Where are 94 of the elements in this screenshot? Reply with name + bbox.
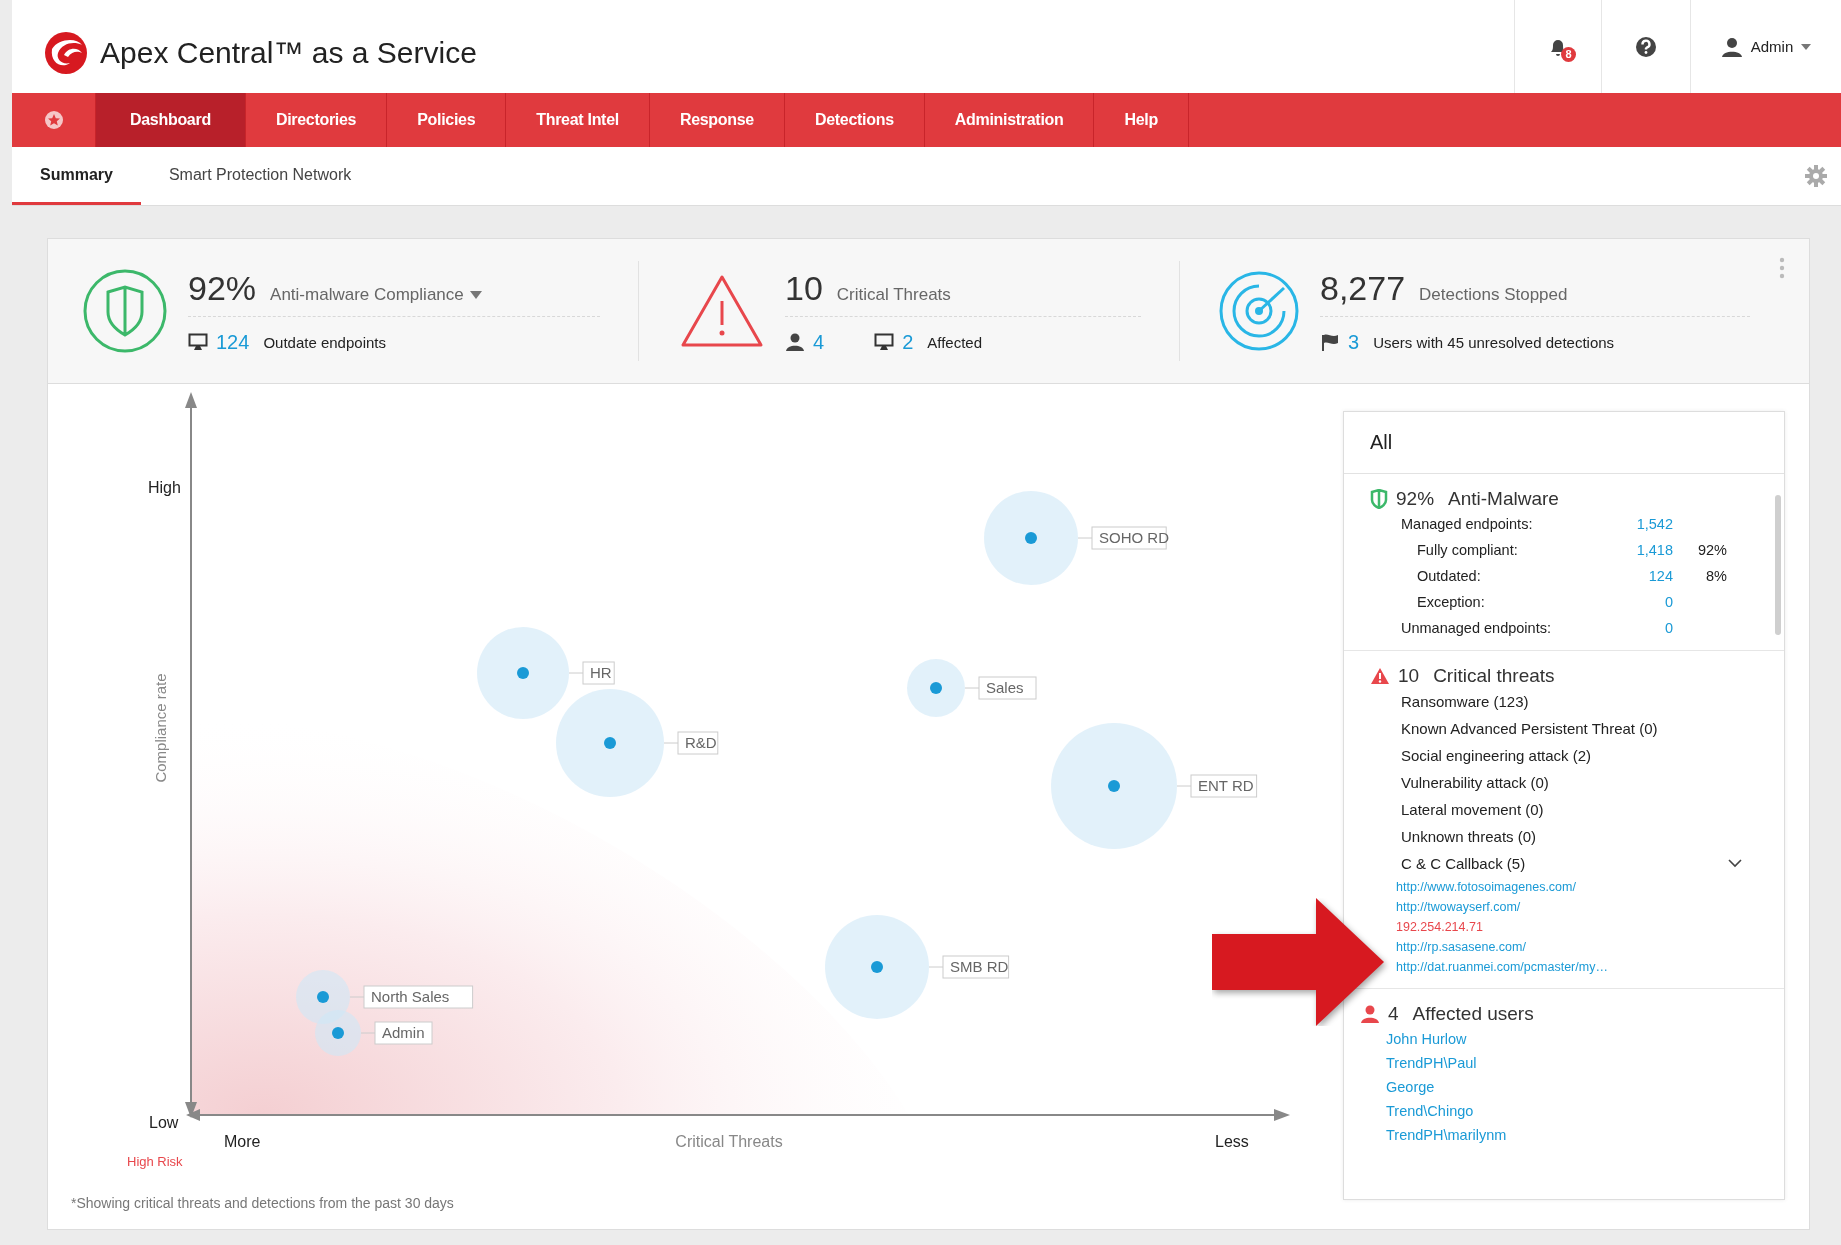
- affected-label: Affected: [927, 333, 982, 351]
- help-icon: [1635, 35, 1657, 58]
- x-less-label: Less: [1215, 1133, 1249, 1150]
- detections-value: 8,277: [1320, 268, 1406, 308]
- group-bubble[interactable]: [907, 659, 965, 717]
- threat-category[interactable]: Ransomware (123): [1401, 693, 1529, 710]
- group-label: SOHO RD: [1091, 526, 1169, 550]
- group-label: HR: [582, 661, 615, 685]
- y-axis-title: Compliance rate: [152, 673, 169, 783]
- home-icon[interactable]: [43, 110, 64, 130]
- group-bubble[interactable]: [315, 1010, 361, 1056]
- callback-address: 192.254.214.71: [1396, 920, 1484, 934]
- user-link[interactable]: John Hurlow: [1386, 1031, 1784, 1047]
- caret-icon: [1801, 43, 1812, 50]
- endpoint-count[interactable]: 0: [1631, 594, 1673, 610]
- shield-icon: [1370, 489, 1388, 509]
- affected-users-count[interactable]: 4: [813, 330, 825, 354]
- compliance-dropdown[interactable]: Anti-malware Compliance: [270, 284, 482, 305]
- threat-category[interactable]: Unknown threats (0): [1401, 828, 1537, 845]
- outdated-count[interactable]: 124: [216, 330, 250, 354]
- endpoint-label: Outdated:: [1416, 568, 1482, 584]
- threats-count: 10: [1398, 665, 1420, 687]
- shield-icon: [82, 268, 168, 354]
- endpoint-label: Unmanaged endpoints:: [1401, 620, 1552, 636]
- notifications-button[interactable]: 8: [1543, 31, 1573, 62]
- y-high-label: High: [148, 479, 181, 496]
- endpoint-label: Managed endpoints:: [1401, 516, 1534, 532]
- threat-category[interactable]: Social engineering attack (2): [1401, 747, 1592, 764]
- chevron-icon[interactable]: [1728, 859, 1742, 868]
- threats-label: Critical Threats: [836, 284, 951, 305]
- user-menu-button[interactable]: Admin: [1714, 34, 1818, 59]
- sub-tab[interactable]: Smart Protection Network: [140, 147, 380, 205]
- outdated-label: Outdate endpoints: [263, 333, 386, 351]
- endpoint-label: Fully compliant:: [1416, 542, 1519, 558]
- flag-icon: [1320, 333, 1340, 351]
- users-label: Users with 45 unresolved detections: [1373, 333, 1615, 351]
- app-title: Apex Central™ as a Service: [100, 36, 478, 70]
- callback-link[interactable]: http://twowayserf.com/: [1396, 900, 1784, 914]
- nav-tab[interactable]: Dashboard: [96, 93, 246, 147]
- group-label: North Sales: [363, 985, 474, 1009]
- user-link[interactable]: TrendPH\marilynm: [1386, 1127, 1784, 1143]
- group-label: Sales: [978, 676, 1037, 700]
- footnote: *Showing critical threats and detections from the past 30 days: [71, 1195, 454, 1211]
- threats-value: 10: [785, 268, 823, 308]
- user-icon: [1720, 35, 1743, 58]
- threat-category[interactable]: Vulnerability attack (0): [1401, 774, 1549, 791]
- compliance-value: 92%: [188, 268, 257, 308]
- user-icon: [1360, 1005, 1380, 1023]
- radar-icon: [1218, 270, 1300, 352]
- user-icon: [785, 333, 805, 351]
- group-label: ENT RD: [1190, 774, 1258, 798]
- x-axis-title: Critical Threats: [675, 1133, 783, 1150]
- notification-badge: 8: [1561, 46, 1576, 62]
- group-label: SMB RD: [942, 955, 1010, 979]
- user-link[interactable]: Trend\Chingo: [1386, 1103, 1784, 1119]
- high-risk-label: High Risk: [127, 1154, 183, 1169]
- detections-label: Detections Stopped: [1419, 284, 1568, 305]
- monitor-icon: [188, 333, 208, 351]
- group-label: Admin: [374, 1021, 433, 1045]
- anti-malware-value: 92%: [1396, 488, 1435, 510]
- callback-link[interactable]: http://rp.sasasene.com/: [1396, 940, 1784, 954]
- anti-malware-label: Anti-Malware: [1448, 488, 1559, 510]
- endpoint-count[interactable]: 124: [1631, 568, 1673, 584]
- callback-link[interactable]: http://www.fotosoimagenes.com/: [1396, 880, 1784, 894]
- threat-category[interactable]: Known Advanced Persistent Threat (0): [1401, 720, 1658, 737]
- endpoint-share: 8%: [1705, 568, 1727, 584]
- x-more-label: More: [224, 1133, 261, 1150]
- threat-category[interactable]: Lateral movement (0): [1401, 801, 1544, 818]
- users-heading: Affected users: [1412, 1003, 1534, 1025]
- settings-icon[interactable]: [1805, 165, 1827, 187]
- warning-icon: [1370, 667, 1390, 685]
- users-count[interactable]: 3: [1348, 330, 1360, 354]
- user-link[interactable]: George: [1386, 1079, 1784, 1095]
- sub-tab[interactable]: Summary: [12, 147, 141, 205]
- users-count: 4: [1388, 1003, 1399, 1025]
- y-low-label: Low: [149, 1114, 179, 1131]
- monitor-icon: [874, 333, 895, 351]
- affected-endpoints-count[interactable]: 2: [902, 330, 914, 354]
- endpoint-share: 92%: [1696, 542, 1727, 558]
- filter-heading[interactable]: All: [1344, 412, 1784, 474]
- warning-icon: [679, 273, 765, 349]
- endpoint-count[interactable]: 1,542: [1631, 516, 1673, 532]
- scrollbar[interactable]: [1775, 495, 1781, 635]
- logo-icon: [44, 31, 88, 75]
- callback-link[interactable]: http://dat.ruanmei.com/pcmaster/my…: [1396, 960, 1784, 974]
- endpoint-label: Exception:: [1416, 594, 1486, 610]
- endpoint-count[interactable]: 1,418: [1631, 542, 1673, 558]
- more-icon[interactable]: [1779, 257, 1785, 279]
- threat-category[interactable]: C & C Callback (5): [1401, 855, 1526, 872]
- endpoint-count[interactable]: 0: [1631, 620, 1673, 636]
- group-bubble[interactable]: [296, 970, 350, 1024]
- user-link[interactable]: TrendPH\Paul: [1386, 1055, 1784, 1071]
- group-label: R&D: [677, 731, 719, 755]
- threats-heading: Critical threats: [1433, 665, 1555, 687]
